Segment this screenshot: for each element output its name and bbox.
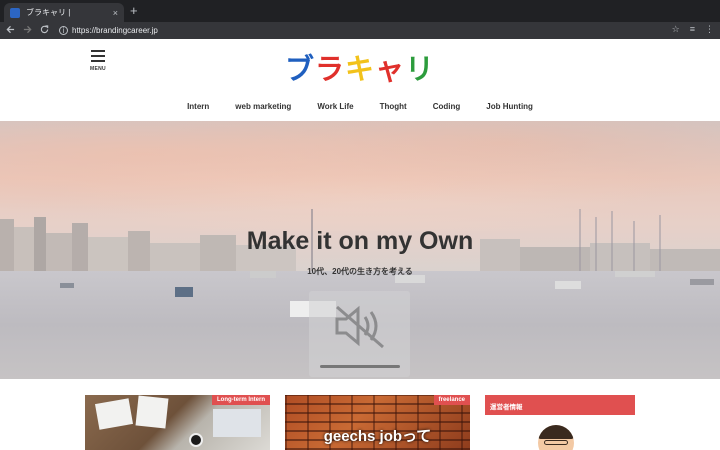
logo-char: キ [344,52,375,86]
category-badge: Long-term Intern [212,395,270,405]
hero-subtitle: 10代、20代の生き方を考える [307,267,413,276]
nav-item-coding[interactable]: Coding [420,102,474,111]
article-card[interactable]: Long-term Intern [85,395,270,450]
video-mute-overlay[interactable] [309,291,410,377]
more-vert-icon[interactable]: ⋮ [705,24,714,35]
address-bar[interactable]: https://brandingcareer.jp [72,26,158,35]
logo-char: ラ [314,52,345,86]
hero-banner: Make it on my Own 10代、20代の生き方を考える [0,121,720,379]
site-logo[interactable]: ブラキャリ [0,46,720,88]
coffee-cup [189,433,203,447]
nav-item-thoght[interactable]: Thoght [367,102,420,111]
nav-item-web-marketing[interactable]: web marketing [222,102,304,111]
favicon-icon [10,7,20,18]
hero-title: Make it on my Own [246,227,474,255]
tab-close-icon[interactable]: × [113,8,118,18]
arrow-right-icon[interactable] [20,25,34,37]
sidebar-widget-title: 運営者情報 [485,395,635,415]
arrow-left-icon[interactable] [3,25,17,37]
nav-item-job-hunting[interactable]: Job Hunting [473,102,546,111]
info-icon[interactable]: i [59,26,68,35]
tab-title: ブラキャリ | [26,8,71,17]
logo-char: リ [405,52,436,86]
category-badge: freelance [433,395,470,405]
nav-item-work-life[interactable]: Work Life [304,102,366,111]
browser-toolbar: i https://brandingcareer.jp ☆ ≡ ⋮ [0,22,720,39]
star-icon[interactable]: ☆ [672,24,680,35]
article-card[interactable]: freelance geechs jobって [285,395,470,450]
new-tab-button[interactable]: + [130,3,138,19]
logo-char: ャ [375,52,406,86]
global-nav: Intern web marketing Work Life Thoght Co… [0,102,720,111]
toolbar-actions: ☆ ≡ ⋮ [672,24,714,35]
video-progress-bar[interactable] [320,365,400,368]
logo-char: ブ [284,52,315,86]
nav-item-intern[interactable]: Intern [174,102,222,111]
browser-tab-bar: ブラキャリ | × + [0,0,720,22]
browser-tab[interactable]: ブラキャリ | × [4,3,124,22]
card-title: geechs jobって [323,428,432,445]
extension-icon[interactable]: ≡ [690,24,695,35]
volume-mute-icon[interactable] [333,303,387,349]
avatar [538,425,574,450]
reload-icon[interactable] [37,24,51,37]
